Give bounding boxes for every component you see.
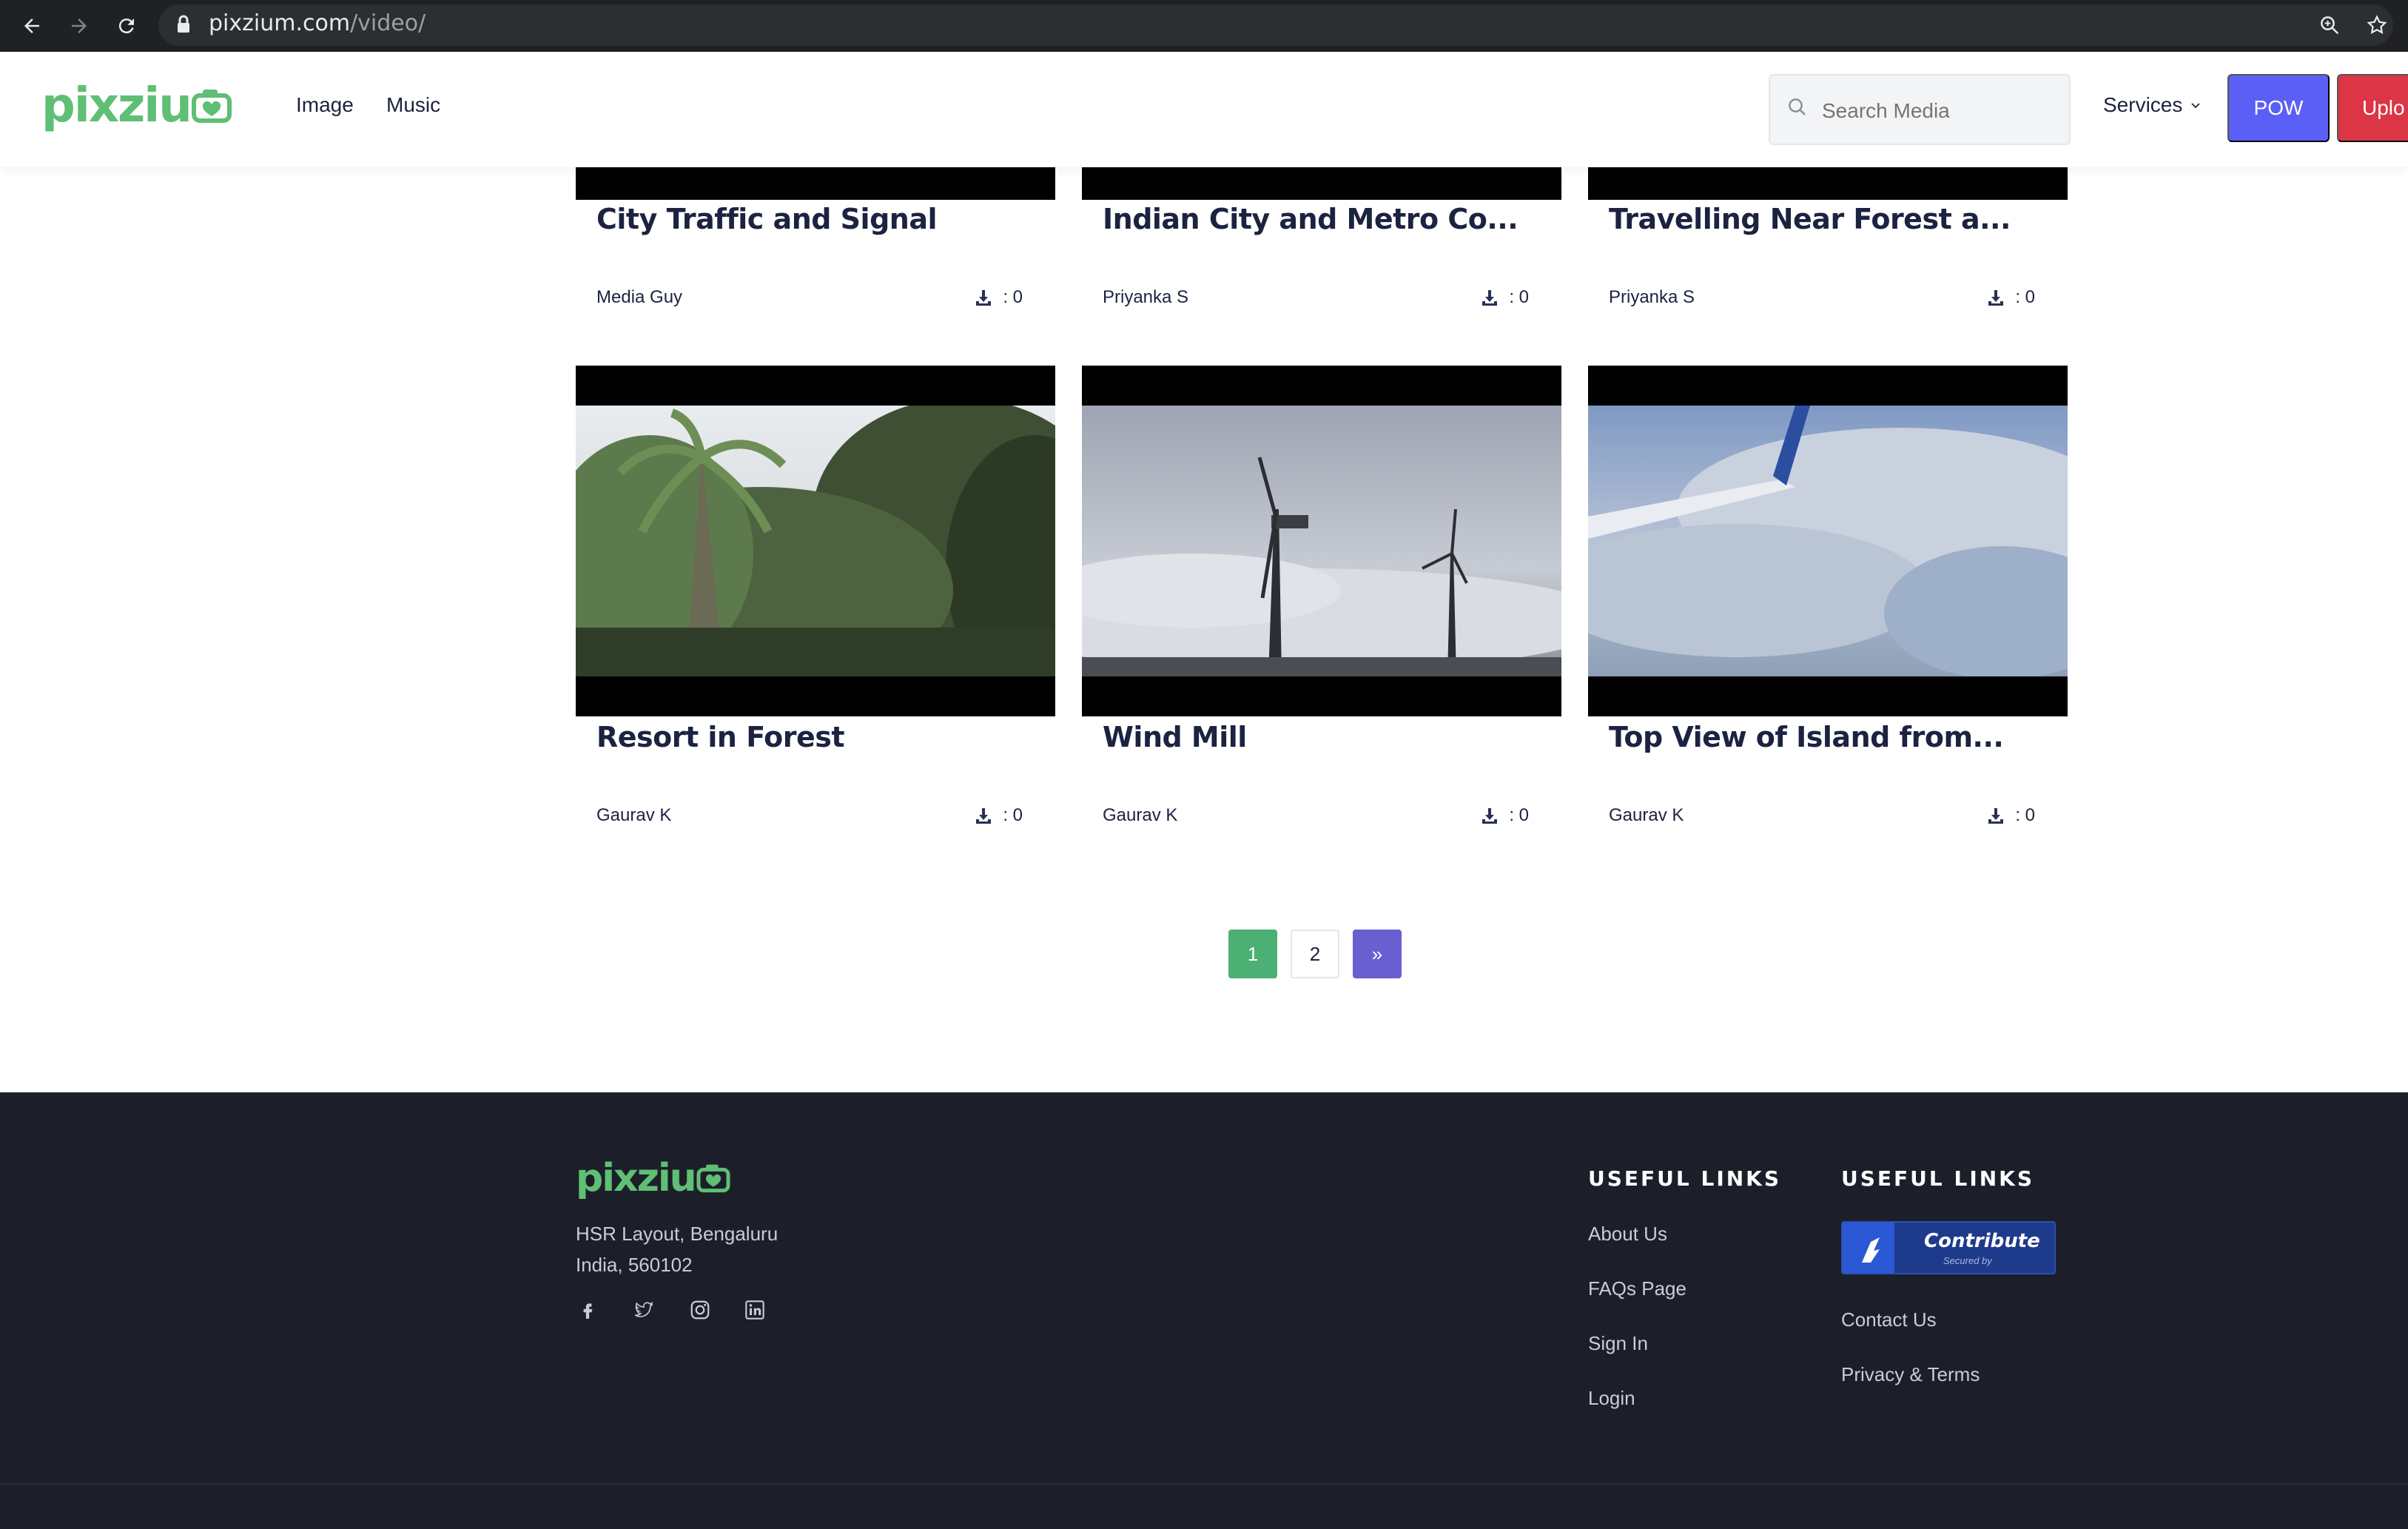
lock-icon xyxy=(176,15,191,37)
chevron-down-icon xyxy=(2191,103,2201,109)
windmill-thumbnail-image xyxy=(1082,406,1561,676)
download-count: : 0 xyxy=(1481,805,1529,826)
download-value: : 0 xyxy=(2015,287,2035,307)
footer-link-sign-in[interactable]: Sign In xyxy=(1588,1332,1648,1355)
download-count: : 0 xyxy=(1481,287,1529,308)
site-logo[interactable]: pixziu xyxy=(41,78,232,133)
pagination-page-2[interactable]: 2 xyxy=(1291,930,1339,978)
download-value: : 0 xyxy=(1509,287,1529,307)
card-title[interactable]: Wind Mill xyxy=(1103,721,1247,753)
card-title[interactable]: City Traffic and Signal xyxy=(596,203,938,235)
download-icon xyxy=(976,290,992,306)
camera-logo-icon xyxy=(191,90,232,123)
search-box[interactable] xyxy=(1769,74,2071,145)
download-icon xyxy=(1482,290,1498,306)
forward-arrow-icon[interactable] xyxy=(62,9,96,43)
footer-address-line1: HSR Layout, Bengaluru xyxy=(576,1223,778,1245)
footer-link-faqs[interactable]: FAQs Page xyxy=(1588,1277,1686,1300)
url-domain: pixzium.com xyxy=(209,10,351,36)
download-value: : 0 xyxy=(1003,805,1023,825)
logo-text: pixziu xyxy=(41,78,192,133)
back-arrow-icon[interactable] xyxy=(15,9,49,43)
download-value: : 0 xyxy=(1509,805,1529,825)
video-thumbnail[interactable] xyxy=(576,167,1055,200)
contribute-label: Contribute xyxy=(1924,1230,2040,1252)
footer-link-contact-us[interactable]: Contact Us xyxy=(1841,1308,1937,1331)
pow-button[interactable]: POW xyxy=(2227,74,2330,142)
card-author: Gaurav K xyxy=(1609,805,1684,825)
card-author: Priyanka S xyxy=(1609,287,1695,307)
video-thumbnail[interactable] xyxy=(1082,366,1561,716)
browser-toolbar: pixzium.com/video/ xyxy=(0,0,2408,52)
download-icon xyxy=(1988,808,2004,824)
video-thumbnail[interactable] xyxy=(1082,167,1561,200)
zoom-icon[interactable] xyxy=(2315,10,2344,40)
download-count: : 0 xyxy=(1987,287,2035,308)
footer-divider xyxy=(0,1483,2408,1485)
contribute-button[interactable]: Contribute Secured by xyxy=(1841,1221,2056,1274)
footer-logo[interactable]: pixziu xyxy=(576,1156,731,1200)
footer-link-about-us[interactable]: About Us xyxy=(1588,1223,1667,1246)
download-icon xyxy=(976,808,992,824)
download-icon xyxy=(1482,808,1498,824)
services-dropdown[interactable]: Services xyxy=(2103,93,2202,117)
nav-image[interactable]: Image xyxy=(296,93,354,117)
bookmark-star-icon[interactable] xyxy=(2362,10,2392,40)
address-bar[interactable] xyxy=(158,4,2393,46)
upload-button[interactable]: Uplo xyxy=(2337,74,2408,142)
footer-link-privacy-terms[interactable]: Privacy & Terms xyxy=(1841,1363,1980,1386)
footer-heading-links-2: USEFUL LINKS xyxy=(1841,1166,2035,1191)
card-title[interactable]: Top View of Island from... xyxy=(1609,721,2004,753)
download-count: : 0 xyxy=(975,287,1023,308)
linkedin-icon[interactable] xyxy=(741,1297,768,1323)
facebook-icon[interactable] xyxy=(574,1297,601,1323)
footer-address-line2: India, 560102 xyxy=(576,1254,693,1276)
razorpay-logo-icon xyxy=(1862,1237,1880,1263)
video-thumbnail[interactable] xyxy=(576,366,1055,716)
contribute-sublabel: Secured by xyxy=(1943,1255,1992,1266)
pagination-next-button[interactable]: » xyxy=(1353,930,1402,978)
instagram-icon[interactable] xyxy=(687,1297,713,1323)
reload-icon[interactable] xyxy=(110,9,144,43)
search-icon xyxy=(1786,96,1809,121)
footer-link-login[interactable]: Login xyxy=(1588,1387,1635,1410)
video-thumbnail[interactable] xyxy=(1588,167,2068,200)
card-author: Gaurav K xyxy=(596,805,672,825)
card-author: Priyanka S xyxy=(1103,287,1189,307)
services-label: Services xyxy=(2103,93,2183,116)
site-header: pixziu Image Music Services POW Uplo xyxy=(0,52,2408,167)
video-thumbnail[interactable] xyxy=(1588,366,2068,716)
forest-thumbnail-image xyxy=(576,406,1055,676)
footer-logo-text: pixziu xyxy=(576,1156,697,1200)
download-icon xyxy=(1988,290,2004,306)
site-footer: pixziu HSR Layout, Bengaluru India, 5601… xyxy=(0,1092,2408,1529)
address-url: pixzium.com/video/ xyxy=(209,10,426,36)
search-input[interactable] xyxy=(1822,92,2059,130)
card-author: Gaurav K xyxy=(1103,805,1178,825)
pagination-page-1[interactable]: 1 xyxy=(1228,930,1277,978)
download-value: : 0 xyxy=(2015,805,2035,825)
camera-logo-icon xyxy=(696,1164,730,1193)
card-title[interactable]: Resort in Forest xyxy=(596,721,845,753)
card-author: Media Guy xyxy=(596,287,683,307)
nav-music[interactable]: Music xyxy=(386,93,440,117)
twitter-icon[interactable] xyxy=(630,1297,657,1323)
download-value: : 0 xyxy=(1003,287,1023,307)
card-title[interactable]: Travelling Near Forest a... xyxy=(1609,203,2011,235)
download-count: : 0 xyxy=(1987,805,2035,826)
url-path: /video/ xyxy=(350,10,426,36)
card-title[interactable]: Indian City and Metro Co... xyxy=(1103,203,1519,235)
download-count: : 0 xyxy=(975,805,1023,826)
footer-heading-links: USEFUL LINKS xyxy=(1588,1166,1782,1191)
island-thumbnail-image xyxy=(1588,406,2068,676)
